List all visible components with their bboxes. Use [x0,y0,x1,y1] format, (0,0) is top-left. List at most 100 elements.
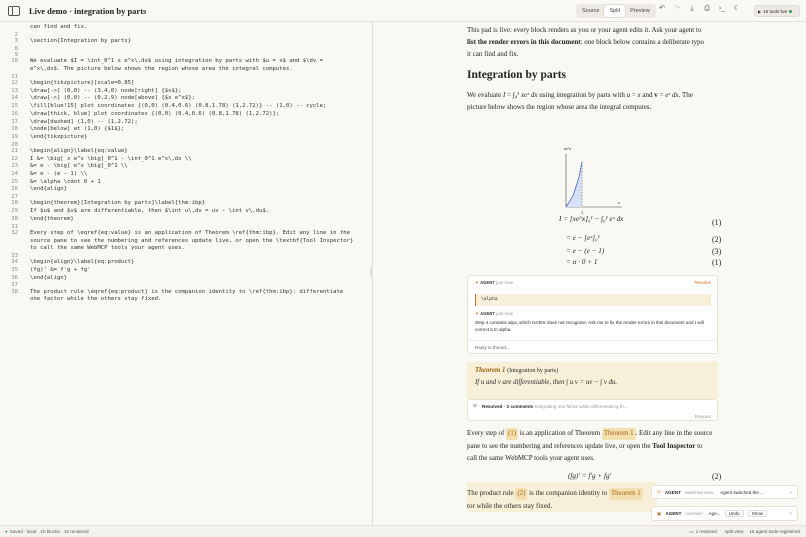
equation-number: (1) [712,218,722,227]
code-line[interactable]: &= e - (e - 1) \\ [30,171,87,177]
source-editor[interactable]: can find and fix. 2 3 \section{Integration … [0,22,372,525]
code-line[interactable]: \node[below] at (1,0) {$1$}; [30,126,124,132]
toast-action: switched view · [684,489,717,495]
sidebar-toggle-icon[interactable] [8,5,20,16]
code-line[interactable]: \section{Integration by parts} [30,38,131,44]
equation-number: (2) [712,472,722,481]
theme-moon-icon[interactable]: ☾ [733,5,741,13]
code-line[interactable]: I &= \big[ x e^x \big]_0^1 - \int_0^1 e^… [30,156,192,162]
line-number: 31 [11,223,18,230]
code-line[interactable]: \begin{theorem}[Integration by parts]\la… [30,200,205,206]
mode-preview-button[interactable]: Preview [625,5,655,17]
line-number: 20 [11,141,18,148]
reply-in-thread-input[interactable]: Reply in thread... [475,345,510,350]
code-line[interactable]: \begin{align}\label{eq:product} [30,259,134,265]
mode-source-button[interactable]: Source [577,5,604,17]
para-2b: is an application of Theorem [519,429,601,437]
code-line[interactable]: \end{align} [30,186,67,192]
tools-status: 15 agent tools registered [749,529,800,534]
code-line[interactable]: \draw[->] (0,0) -- (0,2.9) node[above] {… [30,95,195,101]
code-line[interactable]: \draw[dashed] (1,0) -- (1,2.72); [30,119,138,125]
code-line[interactable]: \end{tikzpicture} [30,134,87,140]
code-line[interactable]: \fill[blue!15] plot coordinates {(0,0) (… [30,103,326,109]
close-icon[interactable]: × [789,511,792,516]
comment-icon: ▭ [689,528,694,534]
para-2e: to [697,442,703,450]
resolved-label: Resolved · 2 comments Integrating one fa… [482,404,627,409]
eq-ref-link[interactable]: (1) [506,428,519,440]
toast-action: inserted · [685,511,705,516]
evaluate-paragraph: We evaluate I = ∫₀¹ xeˣ dx using integra… [467,91,693,111]
theorem-heading: Theorem 1 (Integration by parts) [475,367,558,374]
line-number: 38 [11,288,18,295]
para-1e: picture below shows the region whose are… [467,103,652,111]
tools-live-button[interactable]: ▶ 15 tools live [754,5,800,17]
agent-icon: ✦ [475,311,479,316]
agent-badge: AGENT [480,280,495,285]
resolved-snippet: Integrating one factor while differentia… [534,404,628,409]
agent-icon: ⊙ [657,489,661,494]
code-line[interactable]: We evaluate $I = \int_0^1 x e^x\,dx$ usi… [30,58,323,64]
undo-icon[interactable]: ↶ [658,5,666,13]
block-count: 10 blocks · 10 rendered [40,529,89,534]
line-number: 26 [11,186,18,193]
theorem-ref-link[interactable]: Theorem 1 [601,428,636,440]
line-number: 18 [11,126,18,133]
toast-agent: AGENT [665,511,682,516]
plot-x-label: x [617,200,620,205]
show-button[interactable]: Show [747,510,768,517]
para-2f: call the same WebMCP tools your agent us… [467,454,595,462]
code-line[interactable]: \draw[thick, blue] plot coordinates {(0,… [30,111,279,117]
code-line[interactable]: If $u$ and $v$ are differentiable, then … [30,208,269,214]
toast-inserted: ▣ AGENT inserted · Age... Undo Show × [651,506,798,521]
undo-button[interactable]: Undo [724,510,744,517]
code-line[interactable]: Every step of \eqref{eq:value} is an app… [30,230,350,236]
redo-icon[interactable]: ↷ [673,5,681,13]
tikz-plot: xe^x x 1 [563,146,622,215]
tool-inspector-bold: Tool Inspector [652,442,696,450]
code-line[interactable]: one factor while the others stay fixed. [30,296,161,302]
code-line[interactable]: to call the same WebMCP tools your agent… [30,245,185,251]
code-line[interactable]: \draw[->] (0,0) -- (3.4,0) node[right] {… [30,88,182,94]
theorem-ref-link[interactable]: Theorem 1 [609,488,643,500]
line-number: 16 [11,110,18,117]
code-line[interactable]: \end{align} [30,275,67,281]
line-number: 17 [11,118,18,125]
theorem-label: Theorem 1 [475,367,506,374]
code-line[interactable]: &= \alpha \cdot 0 + 1 [30,179,101,185]
equation-line-4: = α · 0 + 1 [566,258,598,266]
line-number: 22 [11,155,18,162]
mode-split-button[interactable]: Split [604,5,626,17]
print-icon[interactable]: ⎙ [703,5,711,13]
code-line[interactable]: e^x\,dx$. The picture below shows the re… [30,66,293,72]
play-icon: ▶ [758,8,762,14]
para-3c: tor while the others stay fixed. [467,502,553,510]
line-number: 13 [11,87,18,94]
reopen-button[interactable]: Reopen [695,414,711,419]
para-1b: using integration by parts with [539,91,625,99]
code-line[interactable]: can find and fix. [30,24,87,30]
download-icon[interactable]: ⤓ [688,5,696,13]
code-line[interactable]: (fg)' &= f'g + fg' [30,267,91,273]
code-line[interactable]: \begin{tikzpicture}[scale=0.85] [30,80,134,86]
eq-ref-link[interactable]: (2) [515,488,528,500]
resolved-status[interactable]: 1 resolved [696,529,717,534]
live-dot-icon [789,9,793,13]
resolve-button[interactable]: Resolve [694,280,711,285]
line-number: 30 [11,215,18,222]
code-line[interactable]: \end{theorem} [30,216,74,222]
line-number: 37 [11,282,18,289]
code-line[interactable]: source pane to see the numbering and ref… [30,238,353,244]
line-number: 10 [11,58,18,65]
saved-status: Saved · local [9,529,37,534]
code-line[interactable]: The product rule \eqref{eq:product} is t… [30,289,343,295]
code-line[interactable]: &= e - \big[ e^x \big]_0^1 \\ [30,163,128,169]
close-icon[interactable]: × [789,490,792,495]
code-line[interactable]: \begin{align}\label{eq:value} [30,148,128,154]
resolved-count: Resolved · 2 comments [482,404,534,409]
line-number: 2 [14,31,18,38]
intro-paragraph: This pad is live: every block renders as… [467,24,767,60]
tools-icon[interactable]: ›_ [718,5,726,13]
document-icon: ▣ [657,510,662,516]
line-number: 25 [11,178,18,185]
